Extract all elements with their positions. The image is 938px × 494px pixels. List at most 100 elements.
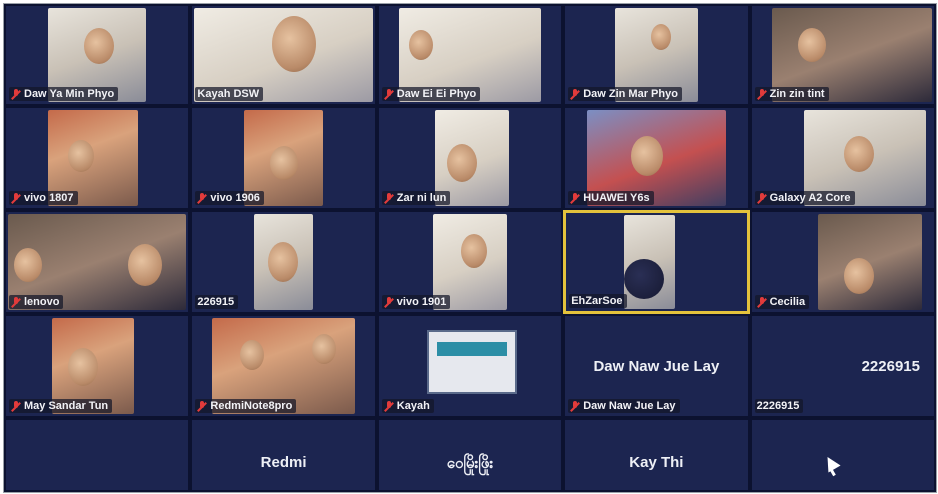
mic-muted-icon [570, 400, 580, 412]
participant-tile[interactable]: Daw Zin Mar Phyo [563, 4, 750, 106]
participant-name-label: 2226915 [754, 399, 804, 413]
participant-name: Daw Zin Mar Phyo [583, 88, 678, 100]
participant-display-name: 2226915 [861, 358, 920, 375]
participant-name: Daw Naw Jue Lay [583, 400, 676, 412]
participant-tile[interactable]: 226915 [190, 210, 377, 314]
participant-tile-no-video[interactable]: Kay Thi [563, 418, 750, 492]
participant-face [631, 136, 664, 176]
participant-tile[interactable]: lenovo [4, 210, 191, 314]
participant-name: EhZarSoe [571, 295, 623, 307]
participant-name-label: 226915 [195, 295, 239, 309]
participant-name-label: HUAWEI Y6s [568, 191, 654, 205]
participant-name-label: vivo 1901 [381, 295, 451, 309]
participant-face [128, 244, 162, 286]
participant-tile-no-video[interactable] [749, 418, 936, 492]
participant-tile[interactable]: Daw Ei Ei Phyo [376, 4, 564, 106]
participant-tile[interactable]: RedmiNote8pro [190, 314, 377, 418]
mic-muted-icon [384, 192, 394, 204]
mic-muted-icon [11, 192, 21, 204]
cursor-icon [821, 453, 841, 478]
participant-face [68, 140, 94, 172]
participant-name-label: vivo 1906 [195, 191, 264, 205]
participant-face [240, 340, 265, 370]
participant-name-label: May Sandar Tun [9, 399, 113, 413]
participant-name-label: EhZarSoe [569, 294, 627, 308]
participant-name: vivo 1906 [210, 192, 260, 204]
participant-face [460, 234, 487, 268]
participant-name-label: Kayah [381, 399, 434, 413]
participant-tile[interactable]: Zar ni lun [376, 106, 564, 210]
participant-name: vivo 1807 [24, 192, 74, 204]
mic-muted-icon [570, 192, 580, 204]
participant-tile[interactable]: May Sandar Tun [4, 314, 191, 418]
participant-name-label: Daw Ei Ei Phyo [381, 87, 481, 101]
participant-name-label: Daw Zin Mar Phyo [568, 87, 682, 101]
participant-face [268, 242, 299, 282]
participant-tile[interactable]: vivo 1901 [376, 210, 564, 314]
mic-muted-icon [384, 400, 394, 412]
participant-display-name: Redmi [260, 454, 307, 471]
participant-name: Kayah [396, 400, 430, 412]
participant-tile[interactable]: Kayah [376, 314, 564, 418]
participant-name: vivo 1901 [396, 296, 447, 308]
mic-muted-icon [11, 88, 21, 100]
participant-tile-no-video[interactable]: ဝေမြိုးဖြိုး [376, 418, 564, 492]
participant-name-label: RedmiNote8pro [195, 399, 297, 413]
participant-tile[interactable]: vivo 1807 [4, 106, 191, 210]
participant-name-label: vivo 1807 [9, 191, 78, 205]
mic-muted-icon [384, 296, 394, 308]
participant-tile[interactable]: vivo 1906 [190, 106, 377, 210]
participant-display-name: Kay Thi [629, 454, 684, 471]
participant-tile[interactable]: Kayah DSW [190, 4, 377, 106]
mic-muted-icon [757, 88, 767, 100]
participant-grid: Daw Ya Min Phyo Kayah DSW Daw Ei Ei Phyo [4, 4, 936, 492]
participant-name-label: Daw Ya Min Phyo [9, 87, 119, 101]
mic-muted-icon [197, 192, 207, 204]
participant-display-name: Daw Naw Jue Lay [593, 358, 720, 375]
participant-tile-no-video[interactable]: Redmi [190, 418, 377, 492]
participant-name: Daw Ei Ei Phyo [396, 88, 477, 100]
participant-display-name: ဝေမြိုးဖြိုး [446, 455, 494, 472]
participant-name: Cecilia [769, 296, 806, 308]
participant-name: May Sandar Tun [24, 400, 109, 412]
mic-muted-icon [197, 400, 207, 412]
participant-face [68, 348, 98, 386]
participant-tile[interactable]: Cecilia [749, 210, 936, 314]
participant-tile-active-speaker[interactable]: EhZarSoe [563, 210, 750, 314]
screen-share-thumbnail [427, 330, 517, 394]
participant-face [651, 24, 672, 50]
participant-face [446, 144, 477, 182]
participant-name: RedmiNote8pro [210, 400, 293, 412]
video-meeting-window: Daw Ya Min Phyo Kayah DSW Daw Ei Ei Phyo [3, 3, 937, 493]
mic-muted-icon [11, 296, 21, 308]
participant-name-label: lenovo [9, 295, 64, 309]
participant-tile[interactable]: HUAWEI Y6s [563, 106, 750, 210]
participant-name: 226915 [197, 296, 235, 308]
participant-face [797, 28, 826, 62]
participant-face [408, 30, 433, 60]
participant-tile-no-video[interactable] [4, 418, 191, 492]
mic-muted-icon [11, 400, 21, 412]
mic-muted-icon [384, 88, 394, 100]
participant-name-label: Cecilia [754, 295, 810, 309]
participant-name: Zin zin tint [769, 88, 825, 100]
participant-name-label: Zin zin tint [754, 87, 829, 101]
participant-tile[interactable]: Daw Ya Min Phyo [4, 4, 191, 106]
participant-face [312, 334, 337, 364]
participant-name: Galaxy A2 Core [769, 192, 851, 204]
participant-face [624, 259, 665, 299]
participant-face [84, 28, 114, 64]
participant-video [817, 214, 922, 310]
mic-muted-icon [570, 88, 580, 100]
participant-tile-no-video[interactable]: 2226915 2226915 [749, 314, 936, 418]
mic-muted-icon [757, 296, 767, 308]
participant-face [843, 258, 874, 294]
participant-video [624, 215, 675, 309]
participant-tile[interactable]: Galaxy A2 Core [749, 106, 936, 210]
participant-name-label: Zar ni lun [381, 191, 451, 205]
participant-name: Zar ni lun [396, 192, 447, 204]
participant-tile[interactable]: Zin zin tint [749, 4, 936, 106]
participant-name-label: Kayah DSW [195, 87, 264, 101]
mic-muted-icon [757, 192, 767, 204]
participant-tile-no-video[interactable]: Daw Naw Jue Lay Daw Naw Jue Lay [563, 314, 750, 418]
